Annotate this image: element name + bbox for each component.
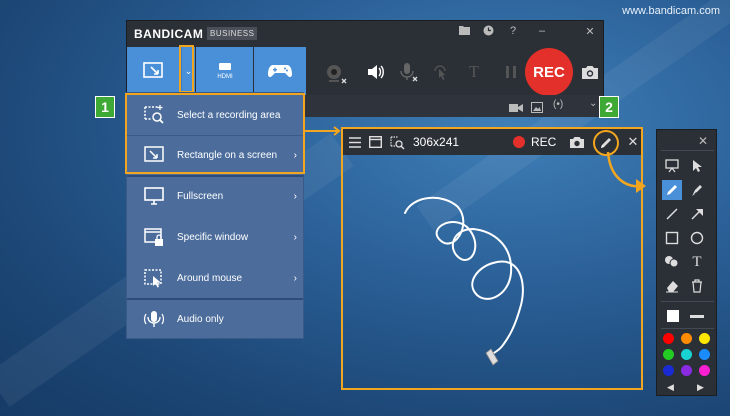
folder-icon[interactable] (457, 25, 471, 38)
image-icon[interactable] (531, 100, 543, 118)
video-icon[interactable] (509, 100, 523, 118)
webcam-icon[interactable] (323, 61, 349, 87)
pencil-icon[interactable] (662, 180, 682, 200)
palette-divider (661, 150, 714, 151)
record-dot-icon[interactable] (513, 136, 525, 148)
hdmi-mode-button[interactable]: HDMI (196, 47, 253, 95)
previous-arrow-icon[interactable]: ◀ (667, 382, 674, 393)
gamepad-icon (268, 65, 292, 78)
drawing-canvas[interactable] (343, 155, 641, 388)
menu-item-label: Fullscreen (177, 190, 224, 202)
speaker-icon[interactable] (365, 61, 387, 83)
rectangle-tool-icon[interactable] (662, 228, 682, 248)
watermark: www.bandicam.com (622, 5, 720, 17)
menu-highlight (125, 93, 305, 174)
chevron-down-icon[interactable]: ⌄ (589, 98, 597, 109)
game-mode-button[interactable] (254, 47, 306, 95)
camera-icon[interactable] (569, 134, 585, 150)
menu-item-fullscreen[interactable]: Fullscreen › (127, 176, 303, 216)
select-area-icon[interactable] (389, 134, 405, 150)
screen-mode-icon (143, 62, 163, 78)
marker-icon[interactable] (687, 180, 707, 200)
menu-icon[interactable] (347, 134, 363, 150)
menu-item-audio-only[interactable]: Audio only (127, 299, 303, 339)
curved-arrow-icon (606, 151, 646, 193)
monitor-icon (143, 185, 165, 207)
color-swatch[interactable] (663, 349, 674, 360)
menu-item-label: Specific window (177, 231, 249, 243)
menu-item-around-mouse[interactable]: Around mouse › (127, 258, 303, 298)
ellipse-tool-icon[interactable] (687, 228, 707, 248)
chevron-right-icon: › (293, 272, 297, 284)
color-swatch[interactable] (681, 349, 692, 360)
eraser-icon[interactable] (662, 276, 682, 296)
menu-item-label: Around mouse (177, 272, 243, 284)
menu-item-label: Audio only (177, 313, 224, 325)
screen-mode-button[interactable] (127, 47, 181, 95)
drawing-palette: ✕ T ◀ ▶ (656, 129, 717, 396)
palette-divider (661, 301, 714, 302)
audio-icon (143, 308, 165, 330)
numbering-icon[interactable] (662, 252, 682, 272)
app-logo: BANDICAM (134, 27, 204, 41)
titlebar: BANDICAM BUSINESS ? – ✕ (127, 21, 603, 45)
close-icon[interactable]: ✕ (583, 25, 597, 38)
record-button[interactable]: REC (525, 48, 573, 96)
color-swatch[interactable] (699, 333, 710, 344)
color-swatch[interactable] (663, 365, 674, 376)
color-swatch[interactable] (681, 365, 692, 376)
mouse-click-icon[interactable] (429, 61, 451, 83)
pause-icon[interactable] (500, 61, 522, 83)
step-badge-1: 1 (95, 96, 115, 118)
color-swatch[interactable] (699, 349, 710, 360)
close-icon[interactable]: ✕ (698, 134, 708, 148)
pencil-icon (601, 138, 611, 148)
microphone-icon[interactable] (397, 61, 419, 83)
close-icon[interactable]: ✕ (625, 134, 641, 150)
color-swatch[interactable] (699, 365, 710, 376)
dropdown-highlight (179, 45, 194, 93)
record-label[interactable]: REC (531, 135, 556, 149)
arrow-icon[interactable] (687, 204, 707, 224)
line-width-icon[interactable] (687, 306, 707, 326)
recording-area-size: 306x241 (413, 135, 460, 149)
recording-area[interactable]: 306x241 REC ✕ (341, 127, 643, 390)
main-toolbar: ⌄ HDMI T REC (127, 47, 603, 96)
hdmi-icon: HDMI (217, 63, 233, 80)
text-tool-icon[interactable]: T (687, 252, 707, 272)
palette-divider (661, 328, 714, 329)
clock-icon[interactable] (481, 25, 495, 39)
help-icon[interactable]: ? (506, 25, 520, 37)
menu-item-specific-window[interactable]: Specific window › (127, 217, 303, 257)
line-icon[interactable] (662, 204, 682, 224)
color-swatch[interactable] (663, 333, 674, 344)
recording-area-toolbar: 306x241 REC ✕ (343, 129, 641, 156)
window-icon[interactable] (367, 134, 383, 150)
fill-color-swatch[interactable] (663, 306, 683, 326)
minimize-icon[interactable]: – (535, 25, 549, 37)
hdmi-label: HDMI (217, 74, 233, 80)
chevron-right-icon: › (293, 231, 297, 243)
pointer-icon[interactable] (687, 156, 707, 176)
next-arrow-icon[interactable]: ▶ (697, 382, 704, 393)
freehand-stroke (404, 196, 524, 356)
around-mouse-icon (143, 267, 165, 289)
edition-badge: BUSINESS (207, 27, 258, 40)
broadcast-icon[interactable]: (•) (553, 99, 563, 110)
color-swatch[interactable] (681, 333, 692, 344)
step-badge-2: 2 (599, 96, 619, 118)
trash-icon[interactable] (687, 276, 707, 296)
text-overlay-icon[interactable]: T (463, 61, 485, 83)
whiteboard-icon[interactable] (662, 156, 682, 176)
camera-icon[interactable] (579, 61, 601, 83)
window-lock-icon (143, 226, 165, 248)
chevron-right-icon: › (293, 190, 297, 202)
connector-arrow-icon (305, 126, 341, 136)
